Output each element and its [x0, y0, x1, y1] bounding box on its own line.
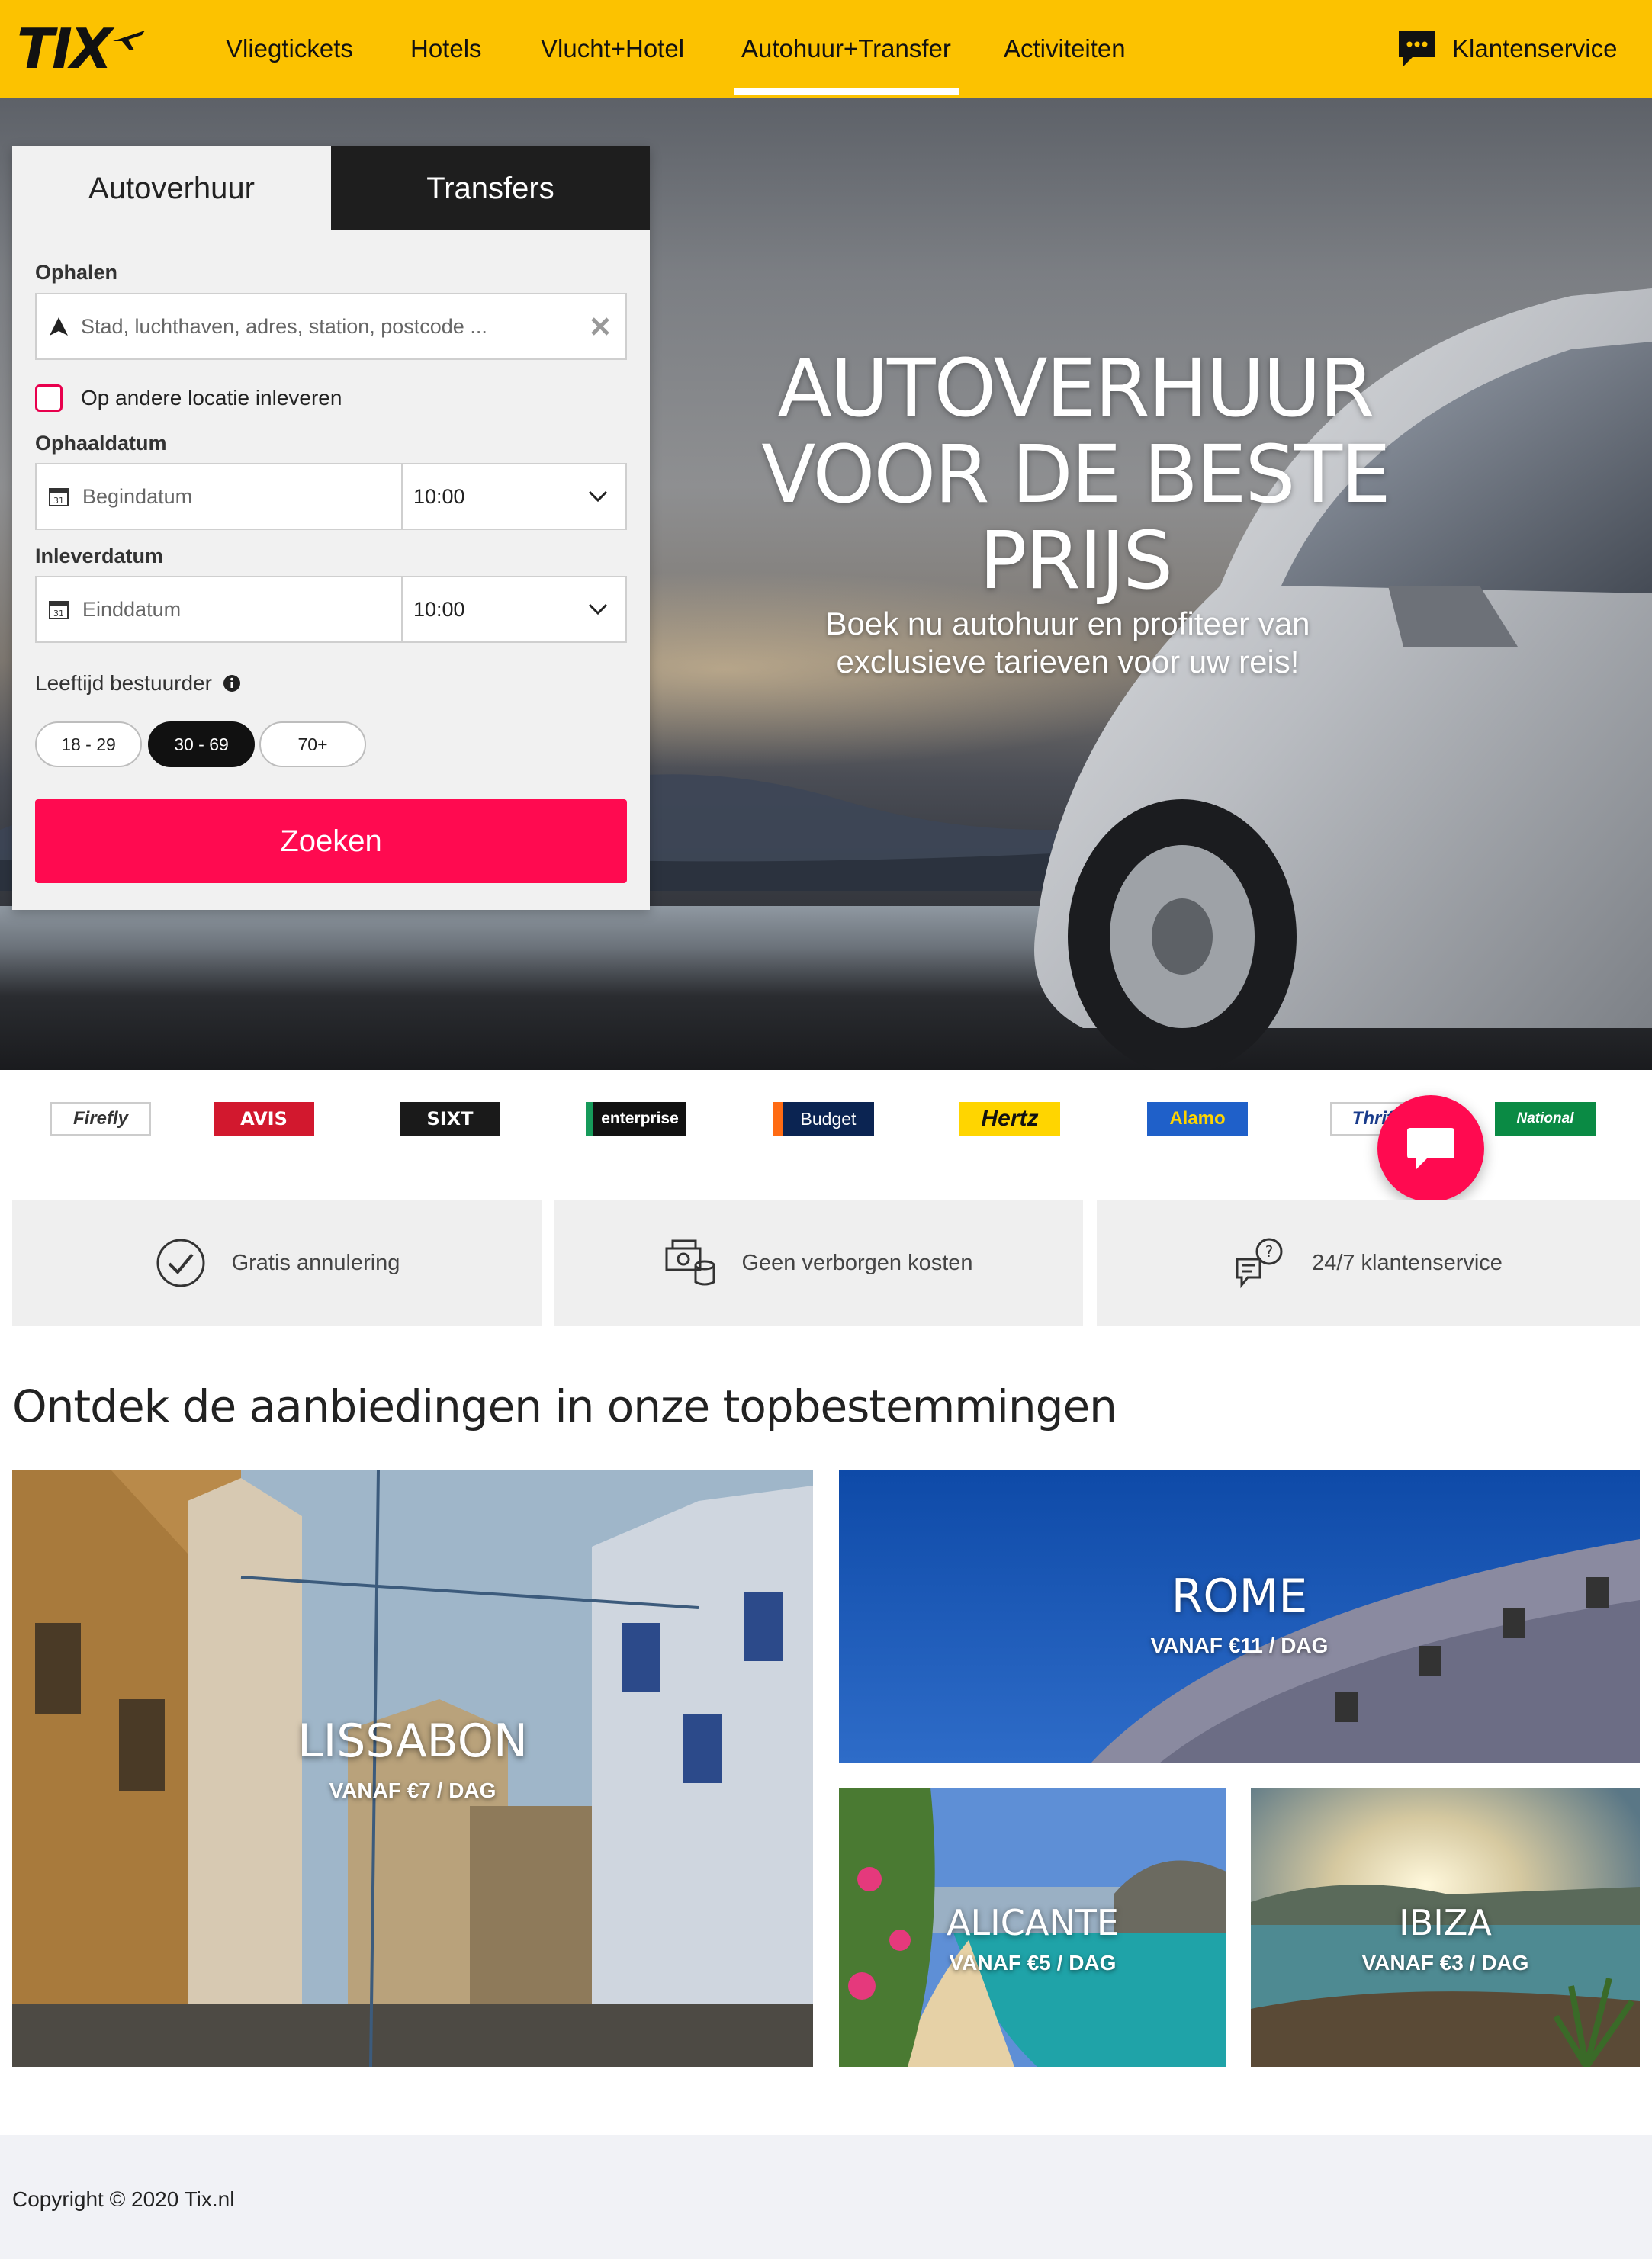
destination-card-ibiza[interactable]: IBIZA VANAF €3 / DAG [1251, 1788, 1640, 2067]
nav-vliegtickets[interactable]: Vliegtickets [226, 29, 353, 69]
destination-name: ROME [1171, 1570, 1308, 1623]
return-date-input[interactable]: 31 Einddatum [35, 576, 403, 643]
hero-title: AUTOVERHUUR VOOR DE BESTE PRIJS [761, 342, 1391, 607]
clear-icon[interactable] [589, 315, 612, 338]
lissabon-image [12, 1470, 813, 2067]
plane-icon [113, 31, 146, 50]
location-arrow-icon [50, 317, 68, 336]
klantenservice-link[interactable]: Klantenservice [1396, 27, 1617, 70]
driver-age-text: Leeftijd bestuurder [35, 671, 212, 695]
logo-avis: AVIS [214, 1102, 314, 1136]
destination-price: VANAF €11 / DAG [1150, 1634, 1329, 1657]
destination-price: VANAF €3 / DAG [1361, 1951, 1529, 1975]
destination-name: LISSABON [297, 1714, 528, 1768]
destination-name: ALICANTE [947, 1902, 1119, 1943]
svg-text:31: 31 [53, 609, 64, 619]
top-header: TIX Vliegtickets Hotels Vlucht+Hotel Aut… [0, 0, 1652, 98]
pickup-time-select[interactable]: 10:00 [401, 463, 627, 530]
check-circle-icon [156, 1239, 205, 1287]
search-tabs: Autoverhuur Transfers [12, 146, 650, 230]
tab-autoverhuur[interactable]: Autoverhuur [12, 146, 331, 230]
chevron-down-icon [588, 603, 608, 615]
dropoff-label: Op andere locatie inleveren [81, 386, 342, 410]
usp-label: 24/7 klantenservice [1312, 1250, 1503, 1275]
tab-transfers[interactable]: Transfers [331, 146, 650, 230]
chat-bubble-icon [1399, 31, 1435, 66]
return-time-select[interactable]: 10:00 [401, 576, 627, 643]
search-button[interactable]: Zoeken [35, 799, 627, 883]
logo-alamo: Alamo [1147, 1102, 1248, 1136]
nav-autohuur-transfer[interactable]: Autohuur+Transfer [734, 29, 959, 95]
logo-firefly: Firefly [50, 1102, 151, 1136]
usp-customer-service: ? 24/7 klantenservice [1097, 1200, 1640, 1326]
question-chat-icon: ? [1236, 1238, 1283, 1289]
driver-age-label: Leeftijd bestuurder [35, 671, 241, 696]
calendar-icon: 31 [49, 601, 69, 619]
money-icon [665, 1239, 715, 1286]
destination-name: IBIZA [1399, 1902, 1492, 1943]
logo-sixt: SIXT [400, 1102, 500, 1136]
destination-card-alicante[interactable]: ALICANTE VANAF €5 / DAG [839, 1788, 1226, 2067]
nav-activiteiten[interactable]: Activiteiten [1004, 29, 1126, 69]
nav-vlucht-hotel[interactable]: Vlucht+Hotel [541, 29, 684, 69]
pickup-date-input[interactable]: 31 Begindatum [35, 463, 403, 530]
dropoff-checkbox[interactable] [35, 384, 63, 412]
logo-text: TIX [17, 17, 112, 81]
tix-logo[interactable]: TIX [17, 17, 146, 81]
destination-price: VANAF €5 / DAG [949, 1951, 1117, 1975]
dropoff-other-location[interactable]: Op andere locatie inleveren [35, 384, 342, 412]
chat-button[interactable] [1377, 1095, 1484, 1202]
chat-icon [1407, 1128, 1454, 1169]
svg-text:31: 31 [53, 496, 64, 506]
chevron-down-icon [588, 490, 608, 503]
logo-hertz: Hertz [959, 1102, 1060, 1136]
pickup-location-input[interactable]: Stad, luchthaven, adres, station, postco… [35, 293, 627, 360]
nav-hotels[interactable]: Hotels [410, 29, 482, 69]
usp-label: Geen verborgen kosten [741, 1250, 973, 1275]
destination-price: VANAF €7 / DAG [329, 1779, 497, 1802]
destination-card-lissabon[interactable]: LISSABON VANAF €7 / DAG [12, 1470, 813, 2067]
age-30-69[interactable]: 30 - 69 [148, 721, 255, 767]
copyright-text: Copyright © 2020 Tix.nl [12, 2187, 235, 2211]
return-date-label: Inleverdatum [35, 545, 164, 567]
return-date-placeholder: Einddatum [82, 597, 182, 621]
destinations-title: Ontdek de aanbiedingen in onze topbestem… [12, 1380, 1117, 1432]
pickup-label: Ophalen [35, 261, 118, 284]
info-icon[interactable] [223, 674, 241, 692]
return-time-value: 10:00 [413, 597, 465, 621]
calendar-icon: 31 [49, 488, 69, 506]
destination-card-rome[interactable]: ROME VANAF €11 / DAG [839, 1470, 1640, 1763]
usp-no-hidden-costs: Geen verborgen kosten [554, 1200, 1083, 1326]
logo-enterprise: enterprise [586, 1102, 686, 1136]
logo-budget: Budget [773, 1102, 874, 1136]
car-search-box: Autoverhuur Transfers Ophalen Stad, luch… [12, 146, 650, 910]
klantenservice-label: Klantenservice [1452, 34, 1618, 63]
age-18-29[interactable]: 18 - 29 [35, 721, 142, 767]
pickup-placeholder: Stad, luchthaven, adres, station, postco… [81, 314, 487, 338]
footer: Copyright © 2020 Tix.nl [0, 2135, 1652, 2259]
usp-label: Gratis annulering [231, 1250, 400, 1275]
age-70-plus[interactable]: 70+ [259, 721, 366, 767]
usp-free-cancellation: Gratis annulering [12, 1200, 542, 1326]
pickup-time-value: 10:00 [413, 484, 465, 508]
hero-subtitle: Boek nu autohuur en profiteer van exclus… [825, 606, 1310, 680]
svg-text:?: ? [1265, 1242, 1274, 1261]
pickup-date-placeholder: Begindatum [82, 484, 193, 508]
logo-national: National [1495, 1102, 1596, 1136]
pickup-date-label: Ophaaldatum [35, 432, 167, 455]
